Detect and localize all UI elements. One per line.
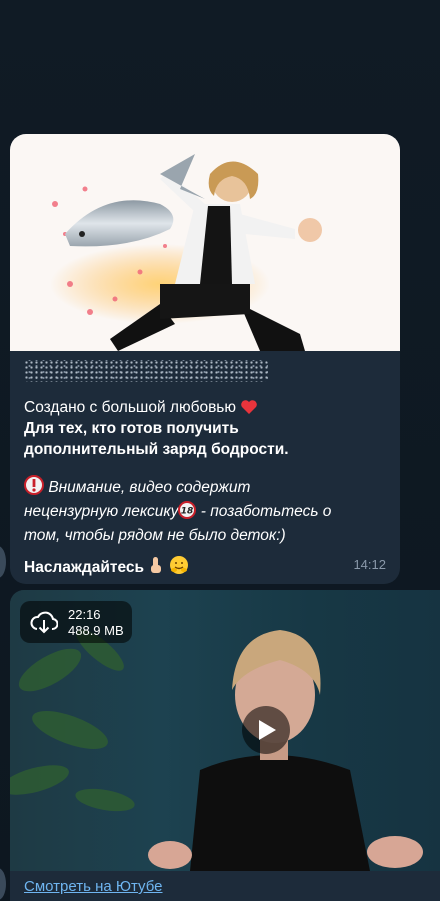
spoiler-text[interactable] [24, 360, 268, 382]
exclamation-icon [24, 475, 44, 501]
warning-line-2: нецензурную лексику 18 - позаботьтесь о [24, 501, 331, 525]
message-bold-text: Для тех, кто готов получить дополнительн… [24, 418, 289, 460]
hug-emoji-icon [169, 555, 189, 581]
video-duration: 22:16 [68, 607, 101, 622]
18-plus-icon: 18 [178, 501, 197, 525]
intro-text: Создано с большой любовью [24, 399, 237, 416]
message-photo[interactable] [10, 134, 400, 351]
warning-line-1: Внимание, видео содержит [24, 475, 331, 501]
youtube-link[interactable]: Смотреть на Ютубе [24, 878, 163, 895]
enjoy-text: Наслаждайтесь [24, 559, 145, 576]
point-down-icon [148, 555, 164, 581]
play-button[interactable] [242, 706, 290, 754]
warning-text: Внимание, видео содержит нецензурную лек… [24, 475, 331, 546]
warning-text-3: том, чтобы рядом не было деток:) [24, 527, 286, 544]
play-icon [259, 720, 276, 740]
warning-text-1: Внимание, видео содержит [48, 479, 251, 496]
cloud-download-icon [30, 610, 59, 639]
video-message-bubble[interactable]: 22:16 488.9 MB Смотреть на Ютубе [10, 590, 440, 901]
warning-text-2b: - позаботьтесь о [196, 503, 332, 520]
warning-text-2a: нецензурную лексику [24, 503, 179, 520]
message-time: 14:12 [353, 557, 386, 572]
video-size: 488.9 MB [68, 623, 124, 638]
woman-with-fish-illustration [50, 154, 322, 351]
enjoy-line: Наслаждайтесь [24, 555, 189, 581]
bold-line-2: дополнительный заряд бодрости. [24, 441, 289, 458]
svg-text:18: 18 [181, 507, 194, 517]
download-badge[interactable]: 22:16 488.9 MB [20, 601, 132, 643]
message-bubble[interactable]: Создано с большой любовью Для тех, кто г… [10, 134, 400, 584]
video-preview[interactable]: 22:16 488.9 MB [10, 590, 440, 871]
bold-line-1: Для тех, кто готов получить [24, 420, 239, 437]
